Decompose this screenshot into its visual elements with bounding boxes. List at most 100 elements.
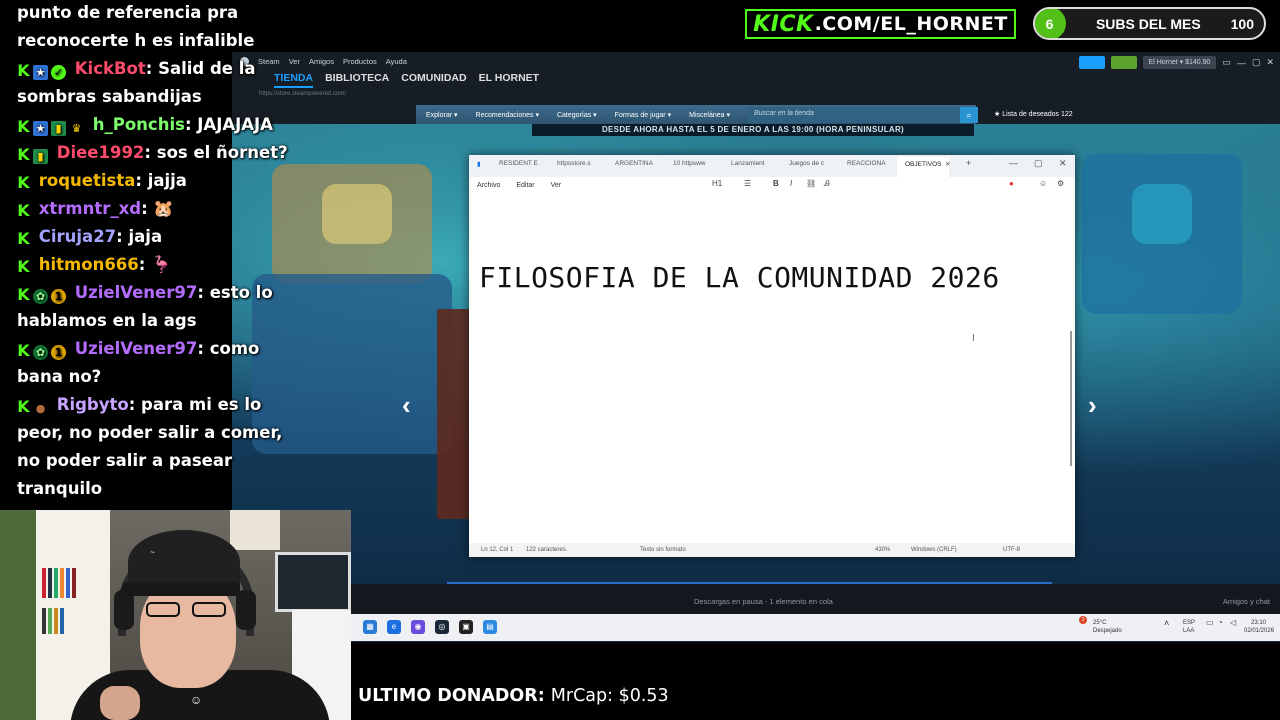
gear-icon[interactable]: ⚙: [1057, 179, 1064, 188]
store-menu-miscelanea[interactable]: Miscelánea ▾: [689, 111, 730, 119]
notepad-tab[interactable]: ARGENTINA: [615, 160, 653, 167]
chat-message: K ▮ Diee1992: sos el ñornet?: [17, 139, 309, 167]
notepad-tab[interactable]: REACCIONA: [847, 160, 886, 167]
chat-username[interactable]: h_Ponchis: [93, 115, 185, 134]
shelf-item: [54, 568, 58, 598]
chat-username[interactable]: KickBot: [75, 59, 146, 78]
user-account-menu[interactable]: El Hornet ▾ $140.90: [1142, 56, 1217, 69]
steam-icon[interactable]: ◎: [435, 620, 449, 634]
download-status[interactable]: Descargas en pausa - 1 elemento en cola: [694, 597, 833, 606]
store-menu-categorias[interactable]: Categorías ▾: [557, 111, 597, 119]
clock-date[interactable]: 02/01/2026: [1244, 627, 1274, 635]
clear-format-icon[interactable]: Ꭿ: [824, 179, 830, 189]
store-menu-explorar[interactable]: Explorar ▾: [426, 111, 458, 119]
nav-biblioteca[interactable]: BIBLIOTECA: [325, 72, 389, 88]
headset-earcup: [114, 590, 134, 630]
link-icon[interactable]: ⛓: [806, 179, 816, 188]
close-icon[interactable]: ✕: [1266, 57, 1274, 68]
steam-menu-item[interactable]: Productos: [343, 57, 377, 66]
start-icon[interactable]: ▦: [363, 620, 377, 634]
chat-username[interactable]: UzielVener97: [75, 283, 198, 302]
obs-icon[interactable]: ▣: [459, 620, 473, 634]
broadcast-icon[interactable]: [1078, 56, 1105, 69]
chat-username[interactable]: Ciruja27: [39, 227, 116, 246]
nav-comunidad[interactable]: COMUNIDAD: [401, 72, 466, 88]
search-icon[interactable]: ⌕: [960, 107, 978, 123]
sub-badge-icon: ★: [33, 121, 48, 136]
chat-text: : 🦩: [138, 255, 172, 274]
notifications-icon[interactable]: [1110, 56, 1137, 69]
volume-icon[interactable]: ◁: [1230, 619, 1236, 627]
network-icon[interactable]: ▭: [1206, 619, 1214, 627]
chat-username[interactable]: xtrmntr_xd: [39, 199, 141, 218]
last-donor-ticker: ULTIMO DONADOR: MrCap: $0.53: [358, 686, 669, 706]
notepad-icon[interactable]: ▤: [483, 620, 497, 634]
last-donor-value: MrCap: $0.53: [550, 686, 669, 706]
new-tab-icon[interactable]: +: [966, 158, 971, 168]
clock-time[interactable]: 23:10: [1251, 619, 1266, 627]
carousel-prev-icon[interactable]: ‹: [402, 390, 411, 421]
vertical-scrollbar[interactable]: [1070, 331, 1072, 466]
notepad-tab[interactable]: httpsstore.s: [557, 160, 591, 167]
chat-app-icon[interactable]: ◉: [411, 620, 425, 634]
kick-badge-icon: K: [17, 341, 30, 360]
wishlist-link[interactable]: ★ Lista de deseados 122: [994, 110, 1073, 118]
account-icon[interactable]: ☺: [1039, 179, 1047, 188]
weather-desc[interactable]: Despejado: [1093, 627, 1122, 635]
status-position: Ln 12, Col 1: [481, 547, 514, 553]
nav-profile[interactable]: EL HORNET: [479, 72, 539, 88]
close-tab-icon[interactable]: ✕: [945, 160, 950, 168]
maximize-icon[interactable]: ▢: [1034, 158, 1043, 169]
chat-username[interactable]: hitmon666: [39, 255, 139, 274]
copilot-icon[interactable]: ●: [1009, 179, 1014, 188]
steam-menu-item[interactable]: Ayuda: [386, 57, 407, 66]
bold-icon[interactable]: B: [773, 179, 779, 188]
minimize-icon[interactable]: ▭: [1222, 57, 1231, 68]
gift-badge-icon: ▮: [51, 121, 66, 136]
edge-icon[interactable]: e: [387, 620, 401, 634]
store-search-input[interactable]: Buscar en la tienda: [748, 107, 960, 123]
notepad-editor[interactable]: FILOSOFIA DE LA COMUNIDAD 2026 I: [469, 193, 1075, 545]
notepad-tab[interactable]: Juegos de c: [789, 160, 824, 167]
steam-menu-item[interactable]: Amigos: [309, 57, 334, 66]
store-menu-recomendaciones[interactable]: Recomendaciones ▾: [476, 111, 539, 119]
document-heading[interactable]: FILOSOFIA DE LA COMUNIDAD 2026: [479, 261, 1000, 294]
store-menu-formas[interactable]: Formas de jugar ▾: [615, 111, 671, 119]
close-icon[interactable]: ✕: [1059, 158, 1067, 169]
menu-ver[interactable]: Ver: [551, 182, 562, 189]
chat-username[interactable]: roquetista: [39, 171, 136, 190]
shelf-item: [54, 608, 58, 634]
chat-username[interactable]: Rigbyto: [57, 395, 129, 414]
list-icon[interactable]: ☰: [744, 179, 751, 188]
italic-icon[interactable]: I: [790, 179, 792, 188]
wifi-icon[interactable]: ◔: [1218, 619, 1223, 627]
heading-dropdown[interactable]: H1: [712, 179, 722, 188]
notepad-tab-active[interactable]: OBJETIVOS: [897, 157, 950, 177]
shelf-item: [42, 608, 46, 634]
menu-editar[interactable]: Editar: [516, 182, 534, 189]
chat-username[interactable]: UzielVener97: [75, 339, 198, 358]
promo-banner[interactable]: DESDE AHORA HASTA EL 5 DE ENERO A LAS 19…: [532, 124, 974, 136]
notepad-tab[interactable]: RESIDENT E: [499, 160, 538, 167]
minimize-icon[interactable]: —: [1237, 58, 1246, 68]
notepad-tab[interactable]: Lanzamient: [731, 160, 765, 167]
chevron-up-icon[interactable]: ˄: [1164, 619, 1169, 628]
language-top[interactable]: ESP: [1183, 619, 1195, 627]
smiley-pin-icon: ☺: [190, 693, 203, 707]
minimize-icon[interactable]: —: [1009, 158, 1018, 168]
cup-badge-icon: ●: [35, 402, 46, 415]
weather-temp[interactable]: 25°C: [1093, 619, 1106, 627]
notepad-tab[interactable]: 10 httpsww: [673, 160, 706, 167]
language-bottom[interactable]: LAA: [1183, 627, 1194, 635]
carousel-next-icon[interactable]: ›: [1088, 390, 1097, 421]
friends-chat-link[interactable]: Amigos y chat: [1223, 597, 1270, 606]
chat-partial-line: reconocerte h es infalible: [17, 31, 255, 50]
status-zoom[interactable]: 430%: [875, 547, 890, 553]
maximize-icon[interactable]: ▢: [1252, 57, 1261, 68]
menu-archivo[interactable]: Archivo: [477, 182, 500, 189]
status-encoding: UTF-8: [1003, 547, 1020, 553]
wall-poster: [230, 510, 280, 550]
og-badge-icon: ✿: [33, 345, 48, 360]
chat-username[interactable]: Diee1992: [57, 143, 145, 162]
chat-text: : JAJAJAJA: [184, 115, 273, 134]
